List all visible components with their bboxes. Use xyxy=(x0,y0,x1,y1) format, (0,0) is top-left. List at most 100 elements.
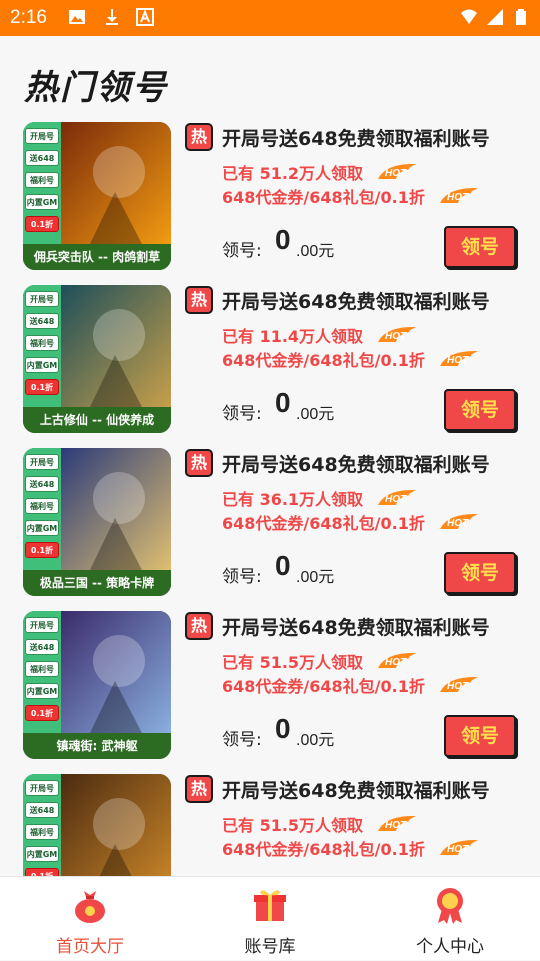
game-thumbnail[interactable]: 开局号 送648 福利号 内置GM 0.1折 佣兵突击队 -- 肉鸽割草 xyxy=(23,122,171,270)
hot-flame-icon: HOT xyxy=(376,324,418,344)
game-thumbnail[interactable]: 开局号 送648 福利号 内置GM 0.1折 上古修仙 -- 仙侠养成 xyxy=(23,285,171,433)
thumb-tag: 送648 xyxy=(25,639,59,655)
price-unit: .00元 xyxy=(296,732,335,749)
claimed-count: 已有 51.2万人领取 xyxy=(222,164,364,183)
item-title[interactable]: 开局号送648免费领取福利账号 xyxy=(222,287,490,314)
thumb-tag: 0.1折 xyxy=(25,705,59,721)
item-title[interactable]: 开局号送648免费领取福利账号 xyxy=(222,450,490,477)
svg-text:HOT: HOT xyxy=(385,657,407,668)
claim-button[interactable]: 领号 xyxy=(444,389,516,431)
price-unit: .00元 xyxy=(296,243,335,260)
game-caption: 上古修仙 -- 仙侠养成 xyxy=(23,407,171,433)
list-item[interactable]: 开局号 送648 福利号 内置GM 0.1折 镇魂街: 武神躯 热开局号送648免费领取福利… xyxy=(0,609,540,772)
claim-button[interactable]: 领号 xyxy=(444,552,516,594)
page-title: 热门领号 xyxy=(24,68,168,108)
status-bar: 2:16 xyxy=(0,0,540,36)
svg-text:HOT: HOT xyxy=(385,331,407,342)
item-title[interactable]: 开局号送648免费领取福利账号 xyxy=(222,613,490,640)
thumb-tag: 0.1折 xyxy=(25,379,59,395)
perks-text: 648代金券/648礼包/0.1折 xyxy=(222,188,425,207)
price-label: 领号: xyxy=(222,567,262,587)
hot-badge: 热 xyxy=(185,612,213,640)
price-integer: 0 xyxy=(275,713,291,744)
game-thumbnail[interactable]: 开局号送648 福利号内置GM 0.1折极品三国 -- 策略卡牌 xyxy=(23,448,171,596)
svg-text:HOT: HOT xyxy=(447,844,469,855)
thumb-tag: 内置GM xyxy=(25,683,59,699)
thumb-tag: 送648 xyxy=(25,476,59,492)
perks-text: 648代金券/648礼包/0.1折 xyxy=(222,840,425,859)
hot-flame-icon: HOT xyxy=(376,161,418,181)
hot-flame-icon: HOT xyxy=(438,511,480,531)
game-art-image xyxy=(59,122,171,246)
price-integer: 0 xyxy=(275,224,291,255)
download-icon xyxy=(103,8,121,26)
thumb-tag: 内置GM xyxy=(25,846,59,862)
thumb-tag: 开局号 xyxy=(25,291,59,307)
thumb-tag: 内置GM xyxy=(25,520,59,536)
thumb-tag: 内置GM xyxy=(25,357,59,373)
hot-flame-icon: HOT xyxy=(376,813,418,833)
signal-icon xyxy=(486,8,504,26)
hot-flame-icon: HOT xyxy=(438,837,480,857)
price-unit: .00元 xyxy=(296,406,335,423)
tab-label: 账号库 xyxy=(244,937,296,957)
svg-text:HOT: HOT xyxy=(385,494,407,505)
thumb-tag: 0.1折 xyxy=(25,542,59,558)
claimed-count: 已有 51.5万人领取 xyxy=(222,653,364,672)
item-title[interactable]: 开局号送648免费领取福利账号 xyxy=(222,124,490,151)
price-label: 领号: xyxy=(222,404,262,424)
svg-text:HOT: HOT xyxy=(447,518,469,529)
tab-home-hall[interactable]: 首页大厅 xyxy=(0,877,180,961)
hot-flame-icon: HOT xyxy=(376,650,418,670)
game-art-image xyxy=(59,611,171,735)
hot-flame-icon: HOT xyxy=(438,348,480,368)
claimed-count: 已有 11.4万人领取 xyxy=(222,327,364,346)
hot-badge: 热 xyxy=(185,123,213,151)
thumb-tag: 开局号 xyxy=(25,454,59,470)
hot-badge: 热 xyxy=(185,449,213,477)
svg-text:HOT: HOT xyxy=(447,681,469,692)
medal-icon xyxy=(430,885,470,925)
svg-text:HOT: HOT xyxy=(447,192,469,203)
image-icon xyxy=(68,8,86,26)
hot-flame-icon: HOT xyxy=(438,674,480,694)
tab-personal-center[interactable]: 个人中心 xyxy=(360,877,540,961)
status-time: 2:16 xyxy=(10,7,47,28)
bottom-tab-bar: 首页大厅 账号库 个人中心 xyxy=(0,876,540,960)
hot-badge: 热 xyxy=(185,286,213,314)
battery-icon xyxy=(512,8,530,26)
svg-text:HOT: HOT xyxy=(385,820,407,831)
price-unit: .00元 xyxy=(296,569,335,586)
app-a-icon xyxy=(136,8,154,26)
list-item[interactable]: 开局号送648 福利号内置GM 0.1折极品三国 -- 策略卡牌 热开局号送648免费… xyxy=(0,446,540,609)
tab-label: 首页大厅 xyxy=(56,937,124,957)
game-caption: 镇魂街: 武神躯 xyxy=(23,733,171,759)
claim-button[interactable]: 领号 xyxy=(444,226,516,268)
thumb-tag: 福利号 xyxy=(25,172,59,188)
thumb-tag: 送648 xyxy=(25,313,59,329)
thumb-tag: 送648 xyxy=(25,150,59,166)
money-bag-icon xyxy=(70,885,110,925)
thumb-tag: 福利号 xyxy=(25,498,59,514)
game-thumbnail[interactable]: 开局号 送648 福利号 内置GM 0.1折 镇魂街: 武神躯 xyxy=(23,611,171,759)
perks-text: 648代金券/648礼包/0.1折 xyxy=(222,677,425,696)
game-caption: 极品三国 -- 策略卡牌 xyxy=(23,570,171,596)
thumb-tag: 开局号 xyxy=(25,128,59,144)
hot-badge: 热 xyxy=(185,775,213,803)
price-label: 领号: xyxy=(222,241,262,261)
claim-button[interactable]: 领号 xyxy=(444,715,516,757)
list-item[interactable]: 开局号 送648 福利号 内置GM 0.1折 上古修仙 -- 仙侠养成 热开局号送648免费… xyxy=(0,283,540,446)
hot-flame-icon: HOT xyxy=(438,185,480,205)
claimed-count: 已有 36.1万人领取 xyxy=(222,490,364,509)
svg-text:HOT: HOT xyxy=(447,355,469,366)
item-title[interactable]: 开局号送648免费领取福利账号 xyxy=(222,776,490,803)
list-item[interactable]: 开局号 送648 福利号 内置GM 0.1折 佣兵突击队 -- 肉鸽割草 热开局号送648免… xyxy=(0,120,540,283)
tab-account-library[interactable]: 账号库 xyxy=(180,877,360,961)
price-integer: 0 xyxy=(275,550,291,581)
gift-box-icon xyxy=(250,885,290,925)
claimed-count: 已有 51.5万人领取 xyxy=(222,816,364,835)
hot-flame-icon: HOT xyxy=(376,487,418,507)
thumb-tag: 开局号 xyxy=(25,780,59,796)
tab-label: 个人中心 xyxy=(416,937,484,957)
svg-text:HOT: HOT xyxy=(385,168,407,179)
